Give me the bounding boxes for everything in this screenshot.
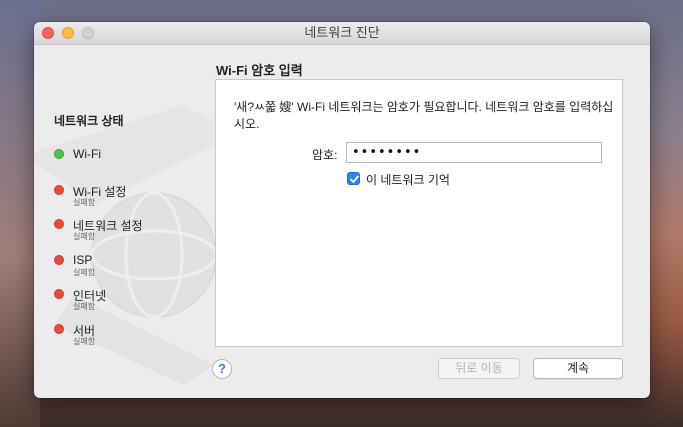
status-step-label: Wi-Fi — [73, 147, 101, 161]
status-step-result: 실패함 — [73, 337, 96, 346]
title-bar[interactable]: 네트워크 진단 — [34, 22, 650, 45]
password-required-message: '새?ㅆ쭓 嫂' Wi-Fi 네트워크는 암호가 필요합니다. 네트워크 암호를… — [234, 100, 614, 131]
password-input[interactable]: •••••••• — [346, 142, 602, 163]
status-step-result: 실패함 — [73, 268, 96, 277]
status-failed-icon — [54, 185, 64, 195]
status-ok-icon — [54, 149, 64, 159]
sidebar-title: 네트워크 상태 — [54, 114, 124, 128]
page-title: Wi-Fi 암호 입력 — [216, 63, 303, 78]
status-step-label: ISP — [73, 253, 93, 267]
status-step-result: 실패함 — [73, 232, 96, 241]
status-step-result: 실패함 — [73, 198, 96, 207]
status-failed-icon — [54, 255, 64, 265]
sidebar: 네트워크 상태 Wi-Fi Wi-Fi 설정 실패함 네트워크 설정 실패함 I… — [34, 45, 234, 398]
password-label: 암호: — [312, 148, 338, 162]
continue-button[interactable]: 계속 — [533, 358, 623, 379]
remember-network-label[interactable]: 이 네트워크 기억 — [366, 171, 450, 188]
status-failed-icon — [54, 324, 64, 334]
network-diagnostics-window: 네트워크 진단 네트워크 상태 Wi-Fi Wi-Fi 설정 실패함 네트워크 … — [34, 22, 650, 398]
status-step-result: 실패함 — [73, 302, 96, 311]
password-panel: '새?ㅆ쭓 嫂' Wi-Fi 네트워크는 암호가 필요합니다. 네트워크 암호를… — [215, 79, 623, 347]
back-button[interactable]: 뒤로 이동 — [438, 358, 520, 379]
window-title: 네트워크 진단 — [304, 25, 380, 40]
help-button[interactable]: ? — [212, 359, 232, 379]
checkmark-icon[interactable] — [347, 172, 360, 185]
status-failed-icon — [54, 219, 64, 229]
status-failed-icon — [54, 289, 64, 299]
